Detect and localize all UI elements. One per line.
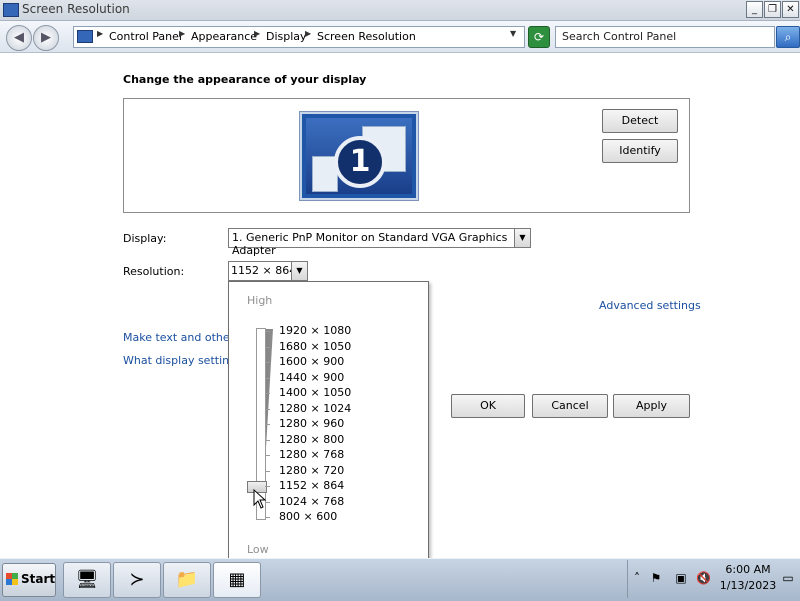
slider-tick [265, 408, 270, 410]
minimize-button[interactable]: _ [746, 1, 763, 18]
ok-button[interactable]: OK [451, 394, 525, 418]
slider-tick [265, 377, 270, 379]
close-button[interactable]: ✕ [782, 1, 799, 18]
control-panel-taskbar-icon[interactable]: ▦ [213, 562, 261, 598]
detect-button[interactable]: Detect [602, 109, 678, 133]
cancel-button[interactable]: Cancel [532, 394, 608, 418]
resolution-select-value: 1152 × 864 [231, 264, 297, 277]
mouse-cursor-icon [253, 489, 267, 509]
resolution-option[interactable]: 1152 × 864 [279, 479, 344, 492]
slider-tick [265, 455, 270, 456]
breadcrumb-separator-icon: ▶ [305, 29, 312, 38]
navigation-bar: ◀ ▶ ▶ Control Panel ▶ Appearance ▶ Displ… [0, 21, 800, 53]
advanced-settings-link[interactable]: Advanced settings [599, 299, 701, 312]
slider-low-label: Low [247, 543, 269, 556]
chevron-down-icon[interactable]: ▼ [514, 229, 530, 247]
refresh-button[interactable]: ⟳ [528, 26, 550, 48]
back-button[interactable]: ◀ [6, 25, 32, 51]
clock-time: 6:00 AM [725, 563, 771, 576]
file-explorer-icon[interactable]: 📁 [163, 562, 211, 598]
display-select[interactable]: 1. Generic PnP Monitor on Standard VGA G… [228, 228, 531, 257]
resolution-option[interactable]: 1440 × 900 [279, 371, 344, 384]
display-settings-help-link[interactable]: What display settings [123, 354, 242, 367]
address-bar[interactable]: ▶ Control Panel ▶ Appearance ▶ Display ▶… [73, 26, 525, 48]
show-hidden-icons-icon[interactable]: ˄ [630, 571, 644, 585]
resolution-select[interactable]: 1152 × 864 ▼ [228, 261, 308, 281]
slider-tick [265, 393, 270, 394]
identify-button[interactable]: Identify [602, 139, 678, 163]
monitor-1-icon[interactable]: 1 [300, 112, 418, 200]
breadcrumb-display[interactable]: Display [266, 30, 307, 43]
text-size-link[interactable]: Make text and other i [123, 331, 241, 344]
resolution-option[interactable]: 1280 × 800 [279, 433, 344, 446]
server-manager-icon[interactable]: 🖥 [63, 562, 111, 598]
clock-date: 1/13/2023 [719, 579, 777, 592]
resolution-label: Resolution: [123, 265, 185, 278]
slider-tick [265, 517, 270, 518]
slider-tick [265, 439, 270, 441]
powershell-icon[interactable]: ≻ [113, 562, 161, 598]
resolution-option[interactable]: 1280 × 768 [279, 448, 344, 461]
restore-button[interactable]: ❐ [764, 1, 781, 18]
volume-muted-icon[interactable]: 🔇 [696, 571, 711, 585]
apply-button[interactable]: Apply [613, 394, 690, 418]
forward-button[interactable]: ▶ [33, 25, 59, 51]
breadcrumb-screen-resolution[interactable]: Screen Resolution [317, 30, 416, 43]
start-label: Start [21, 572, 56, 586]
resolution-dropdown-popup: High Low 1920 × 1080 1680 × 1050 1600 × 90… [228, 281, 429, 565]
breadcrumb-separator-icon: ▶ [97, 29, 104, 38]
search-icon[interactable]: ⌕ [776, 26, 800, 48]
resolution-option[interactable]: 1280 × 720 [279, 464, 344, 477]
resolution-option[interactable]: 1280 × 960 [279, 417, 344, 430]
slider-tick [265, 486, 270, 487]
slider-tick [265, 331, 270, 332]
slider-high-label: High [247, 294, 273, 307]
slider-tick [265, 470, 270, 472]
action-center-flag-icon[interactable]: ⚑ [649, 571, 663, 585]
address-dropdown-icon[interactable]: ▼ [510, 29, 516, 38]
slider-tick [265, 501, 270, 503]
start-button[interactable]: Start [2, 563, 56, 597]
chevron-down-icon[interactable]: ▼ [291, 262, 307, 280]
slider-tick [265, 424, 270, 425]
breadcrumb-separator-icon: ▶ [179, 29, 186, 38]
monitor-number: 1 [334, 136, 386, 188]
network-icon[interactable]: ▣ [674, 571, 688, 585]
page-heading: Change the appearance of your display [123, 73, 367, 86]
resolution-option[interactable]: 1680 × 1050 [279, 340, 351, 353]
breadcrumb-control-panel[interactable]: Control Panel [109, 30, 182, 43]
control-panel-icon [77, 30, 93, 43]
slider-tick [265, 362, 270, 363]
clock[interactable]: 6:00 AM 1/13/2023 [718, 562, 778, 594]
resolution-option[interactable]: 1600 × 900 [279, 355, 344, 368]
slider-tick [265, 346, 270, 348]
resolution-option[interactable]: 1280 × 1024 [279, 402, 351, 415]
resolution-option[interactable]: 800 × 600 [279, 510, 337, 523]
breadcrumb-appearance[interactable]: Appearance [191, 30, 257, 43]
resolution-option[interactable]: 1920 × 1080 [279, 324, 351, 337]
display-label: Display: [123, 232, 167, 245]
resolution-option[interactable]: 1024 × 768 [279, 495, 344, 508]
window-title: Screen Resolution [22, 2, 130, 16]
show-desktop-icon[interactable]: ▭ [781, 571, 795, 585]
screen-resolution-app-icon [3, 3, 19, 17]
search-placeholder: Search Control Panel [562, 30, 677, 43]
breadcrumb-separator-icon: ▶ [254, 29, 261, 38]
title-bar: Screen Resolution _ ❐ ✕ [0, 0, 800, 21]
resolution-option[interactable]: 1400 × 1050 [279, 386, 351, 399]
display-select-value: 1. Generic PnP Monitor on Standard VGA G… [232, 231, 508, 257]
search-input[interactable]: Search Control Panel [555, 26, 775, 48]
